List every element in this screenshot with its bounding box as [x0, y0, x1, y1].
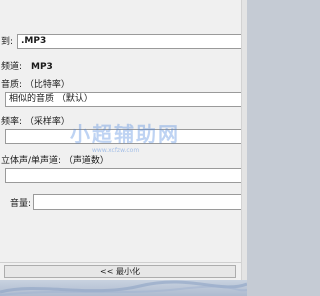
window-edge	[241, 0, 247, 280]
converter-settings-window: 到: .MP3 频道: MP3 音质: （比特率） 相似的音质 （默认） 频率:…	[0, 0, 247, 280]
volume-field[interactable]	[33, 194, 243, 210]
quality-select[interactable]: 相似的音质 （默认）	[5, 92, 243, 107]
quality-label: 音质: （比特率）	[1, 80, 70, 90]
volume-label: 音量:	[10, 199, 32, 209]
channel-label: 频道:	[1, 62, 23, 72]
stereo-mono-select[interactable]	[5, 168, 243, 183]
collapse-button[interactable]: << 最小化	[4, 265, 236, 278]
sample-rate-select[interactable]	[5, 129, 243, 144]
wallpaper-swirl	[0, 280, 247, 296]
stereo-mono-label: 立体声/单声道: （声道数）	[1, 156, 109, 166]
sample-rate-label: 频率: （采样率）	[1, 117, 70, 127]
taskbar	[0, 280, 247, 296]
channel-value: MP3	[31, 62, 53, 72]
output-format-field[interactable]: .MP3	[17, 34, 243, 49]
watermark-url: www.xcfzw.com	[92, 147, 140, 154]
bottom-bar: << 最小化	[0, 262, 247, 280]
output-format-label: 到:	[1, 37, 14, 47]
